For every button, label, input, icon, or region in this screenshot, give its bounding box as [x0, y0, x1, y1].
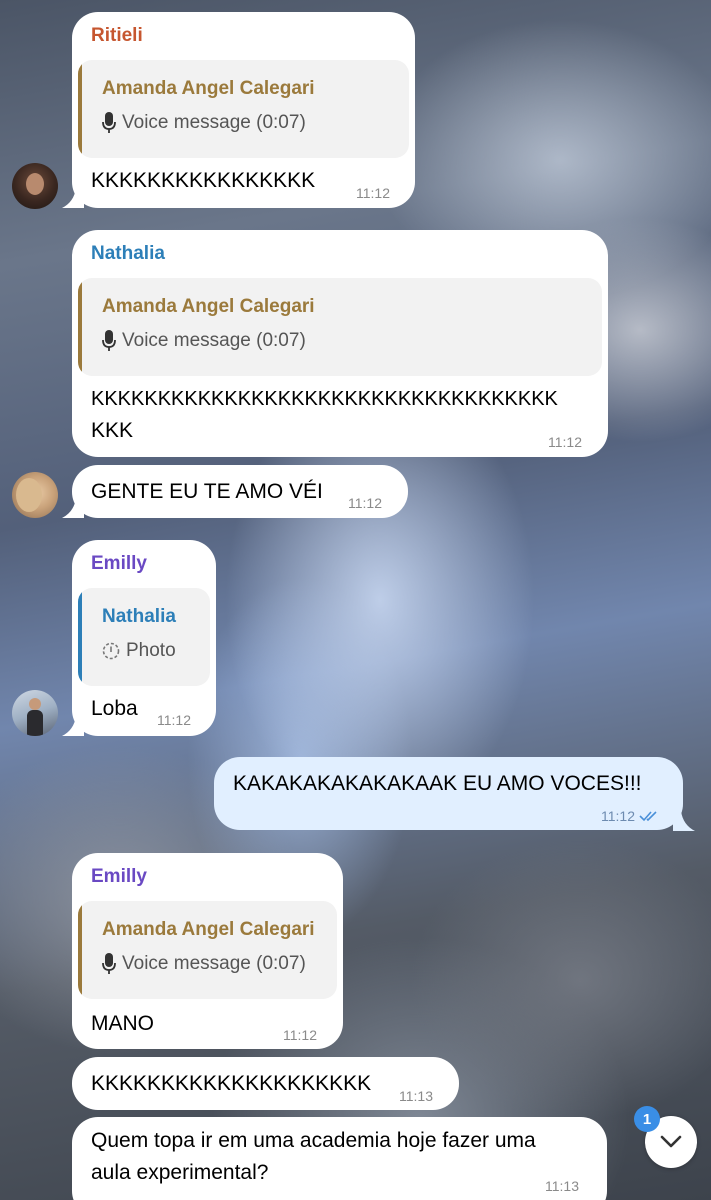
message-text: GENTE EU TE AMO VÉI	[91, 480, 323, 503]
message-bubble[interactable]: GENTE EU TE AMO VÉI 11:12	[72, 465, 408, 518]
message-text: KKKKKKKKKKKKKKKK	[91, 169, 316, 192]
message-text-line: KKKKKKKKKKKKKKKKKKKKKKKKKKKKKKKKKKK	[91, 388, 558, 410]
message-text-line: Quem topa ir em uma academia hoje fazer …	[91, 1129, 536, 1152]
time-text: 11:12	[601, 808, 635, 824]
sender-name[interactable]: Ritieli	[91, 25, 143, 47]
message-bubble[interactable]: KKKKKKKKKKKKKKKKKKKK 11:13	[72, 1057, 459, 1110]
reply-detail-text: Photo	[126, 640, 176, 661]
chevron-down-icon	[660, 1135, 682, 1148]
reply-author: Nathalia	[102, 606, 176, 627]
reply-author: Amanda Angel Calegari	[102, 919, 315, 940]
time-text: 11:12	[348, 495, 382, 511]
message-bubble-outgoing[interactable]: KAKAKAKAKAKAKAAK EU AMO VOCES!!! 11:12	[214, 757, 683, 830]
time-text: 11:12	[548, 434, 582, 450]
reply-detail-text: Voice message (0:07)	[122, 112, 306, 133]
microphone-icon	[102, 953, 116, 974]
reply-detail-text: Voice message (0:07)	[122, 330, 306, 351]
avatar[interactable]	[12, 163, 58, 209]
reply-detail: Voice message (0:07)	[102, 112, 306, 134]
message-text-line: KKK	[91, 419, 134, 442]
message-time: 11:13	[399, 1088, 433, 1104]
message-text: Loba	[91, 697, 138, 720]
time-text: 11:12	[283, 1027, 317, 1043]
message-bubble[interactable]: Quem topa ir em uma academia hoje fazer …	[72, 1117, 607, 1200]
message-bubble[interactable]: Nathalia Amanda Angel Calegari Voice mes…	[72, 230, 608, 457]
message-time: 11:12	[548, 434, 582, 450]
reply-bar	[78, 588, 82, 686]
message-bubble[interactable]: Emilly Amanda Angel Calegari Voice messa…	[72, 853, 343, 1049]
reply-bar	[78, 60, 82, 158]
sender-name[interactable]: Nathalia	[91, 243, 165, 265]
message-time: 11:12	[348, 495, 382, 511]
message-text-line: aula experimental?	[91, 1161, 269, 1184]
reply-preview[interactable]: Nathalia Photo	[78, 588, 210, 686]
avatar[interactable]	[12, 472, 58, 518]
reply-detail: Photo	[102, 640, 176, 662]
message-text: KAKAKAKAKAKAKAAK EU AMO VOCES!!!	[233, 772, 642, 795]
reply-bar	[78, 901, 82, 999]
time-text: 11:12	[157, 712, 191, 728]
reply-preview[interactable]: Amanda Angel Calegari Voice message (0:0…	[78, 60, 409, 158]
reply-author: Amanda Angel Calegari	[102, 78, 315, 99]
microphone-icon	[102, 330, 116, 351]
read-double-check-icon	[639, 811, 657, 822]
bubble-tail	[62, 498, 84, 518]
message-time: 11:13	[545, 1178, 579, 1194]
microphone-icon	[102, 112, 116, 133]
reply-detail: Voice message (0:07)	[102, 330, 306, 352]
time-text: 11:13	[399, 1088, 433, 1104]
message-bubble[interactable]: Ritieli Amanda Angel Calegari Voice mess…	[72, 12, 415, 208]
message-time: 11:12	[356, 185, 390, 201]
bubble-tail	[62, 188, 84, 208]
message-bubble[interactable]: Emilly Nathalia Photo Loba 11:12	[72, 540, 216, 736]
message-text: MANO	[91, 1012, 154, 1035]
reply-bar	[78, 278, 82, 376]
reply-preview[interactable]: Amanda Angel Calegari Voice message (0:0…	[78, 278, 602, 376]
sender-name[interactable]: Emilly	[91, 553, 147, 575]
message-time: 11:12	[157, 712, 191, 728]
reply-detail-text: Voice message (0:07)	[122, 953, 306, 974]
sender-name[interactable]: Emilly	[91, 866, 147, 888]
photo-timer-icon	[102, 642, 120, 660]
bubble-tail	[673, 811, 695, 831]
message-text: KKKKKKKKKKKKKKKKKKKK	[91, 1072, 372, 1095]
bubble-tail	[62, 716, 84, 736]
reply-preview[interactable]: Amanda Angel Calegari Voice message (0:0…	[78, 901, 337, 999]
unread-count-badge: 1	[634, 1106, 660, 1132]
time-text: 11:13	[545, 1178, 579, 1194]
message-time: 11:12	[601, 808, 659, 824]
reply-detail: Voice message (0:07)	[102, 953, 306, 975]
time-text: 11:12	[356, 185, 390, 201]
reply-author: Amanda Angel Calegari	[102, 296, 315, 317]
avatar[interactable]	[12, 690, 58, 736]
message-time: 11:12	[283, 1027, 317, 1043]
